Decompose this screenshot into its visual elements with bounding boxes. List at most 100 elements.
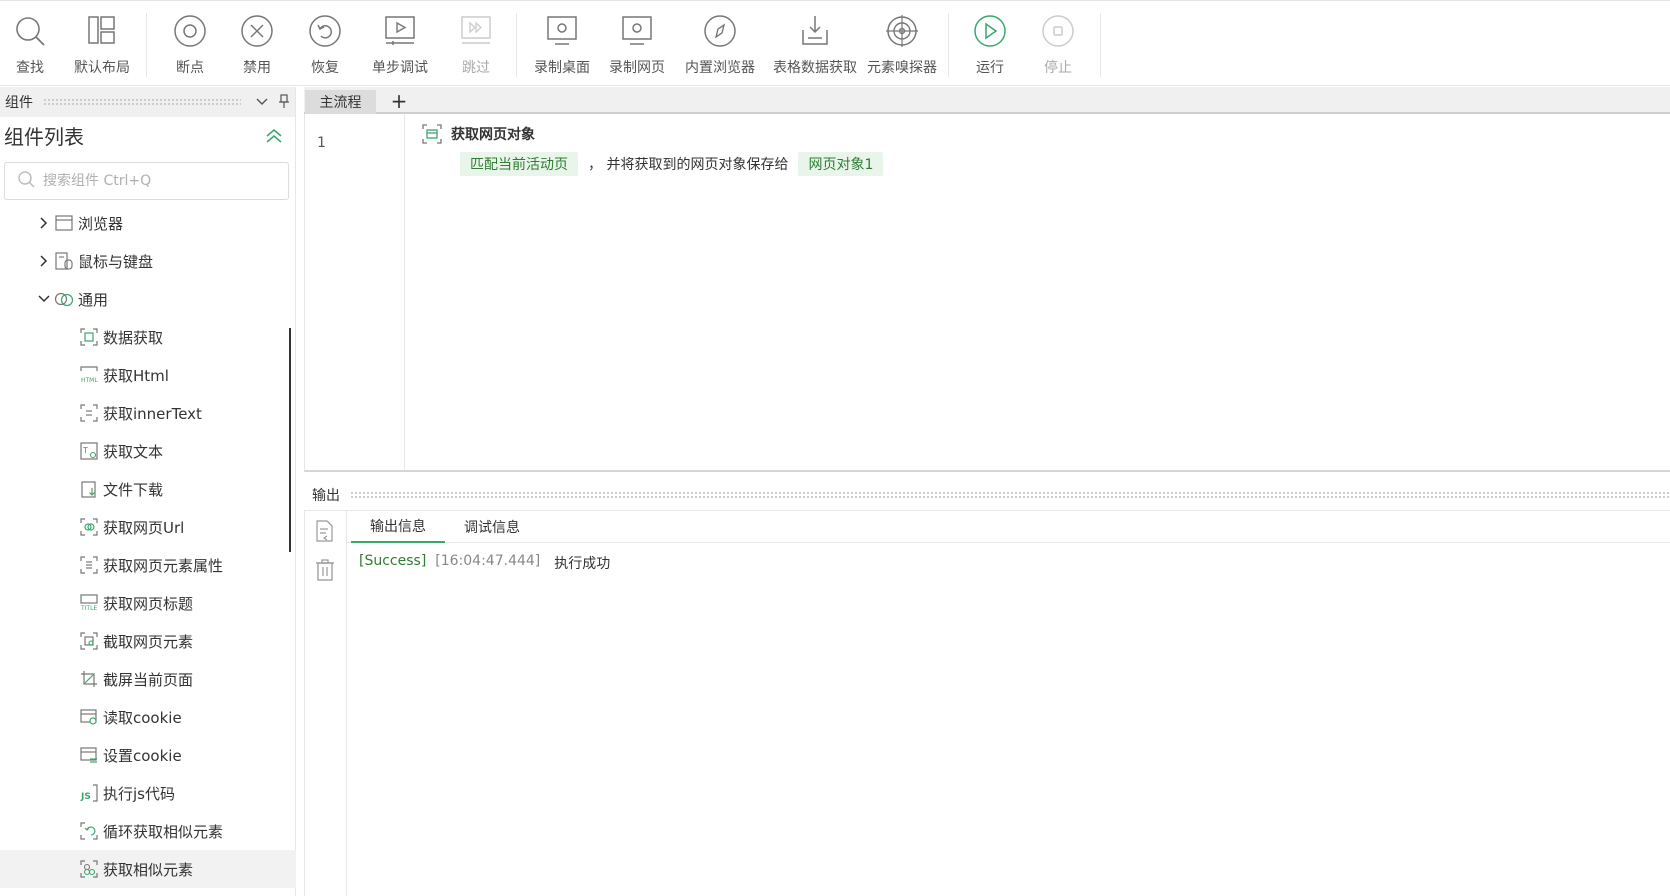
flow-step[interactable]: 获取网页对象 匹配当前活动页 ， 并将获取到的网页对象保存给 网页对象1 xyxy=(421,123,884,176)
skip-label: 跳过 xyxy=(462,60,490,76)
step-description: 匹配当前活动页 ， 并将获取到的网页对象保存给 网页对象1 xyxy=(460,152,884,176)
skip-icon xyxy=(458,13,494,49)
step-title: 获取网页对象 xyxy=(421,123,883,145)
js-icon: JS xyxy=(79,783,99,803)
step-debug-button[interactable]: 单步调试 xyxy=(368,13,432,81)
drag-grip[interactable] xyxy=(43,98,241,106)
record-desktop-icon xyxy=(544,13,580,49)
element-attr-icon xyxy=(79,555,99,575)
match-param-tag[interactable]: 匹配当前活动页 xyxy=(460,152,578,176)
element-sniffer-button[interactable]: 元素嗅探器 xyxy=(864,13,940,81)
stop-button[interactable]: 停止 xyxy=(1038,13,1078,81)
run-button[interactable]: 运行 xyxy=(970,13,1010,81)
tree-item-file-download[interactable]: 文件下载 xyxy=(0,470,296,508)
tree-item-capture-element[interactable]: 截取网页元素 xyxy=(0,622,296,660)
chevron-down-icon[interactable] xyxy=(251,95,273,109)
output-panel-header: 输出 xyxy=(304,482,1670,508)
tree-item-read-cookie[interactable]: 读取cookie xyxy=(0,698,296,736)
tree-category-browser[interactable]: 浏览器 xyxy=(0,204,296,242)
trash-icon[interactable] xyxy=(315,559,335,585)
tree-item-get-html[interactable]: HTML 获取Html xyxy=(0,356,296,394)
log-entry: [Success] [16:04:47.444] 执行成功 xyxy=(359,553,610,573)
tree-item-exec-js[interactable]: JS 执行js代码 xyxy=(0,774,296,812)
inner-text-icon xyxy=(79,403,99,423)
close-circle-icon xyxy=(239,13,275,49)
tree-item-get-url[interactable]: 获取网页Url xyxy=(0,508,296,546)
table-data-label: 表格数据获取 xyxy=(773,60,857,76)
tree-category-mouse-keyboard[interactable]: 鼠标与键盘 xyxy=(0,242,296,280)
record-web-button[interactable]: 录制网页 xyxy=(607,13,667,81)
add-tab-button[interactable]: + xyxy=(387,87,411,114)
svg-text:TITLE: TITLE xyxy=(80,605,97,612)
line-gutter: 1 xyxy=(305,114,405,470)
export-log-icon[interactable] xyxy=(315,520,335,546)
tree-item-data-fetch[interactable]: 数据获取 xyxy=(0,318,296,356)
tree-scrollbar[interactable] xyxy=(289,328,291,552)
tree-item-label: 循环获取相似元素 xyxy=(103,822,224,841)
search-icon xyxy=(17,170,35,192)
element-sniffer-label: 元素嗅探器 xyxy=(867,60,937,76)
restore-button[interactable]: 恢复 xyxy=(305,13,345,81)
tree-category-label: 浏览器 xyxy=(78,214,124,233)
toolbar-separator xyxy=(146,13,147,77)
layout-icon xyxy=(84,13,120,49)
find-button[interactable]: 查找 xyxy=(8,13,52,81)
tab-output-info[interactable]: 输出信息 xyxy=(351,511,445,543)
disable-label: 禁用 xyxy=(243,60,271,76)
flow-editor: 1 获取网页对象 匹配当前活动页 ， 并将获取到的网页对象保存给 网页对象1 xyxy=(304,114,1670,472)
pin-icon[interactable] xyxy=(273,93,295,111)
tree-item-label: 获取网页Url xyxy=(103,518,185,537)
output-toolbar xyxy=(305,511,347,896)
default-layout-button[interactable]: 默认布局 xyxy=(70,13,134,81)
title-icon: TITLE xyxy=(79,593,99,613)
breakpoint-button[interactable]: 断点 xyxy=(170,13,210,81)
target-icon xyxy=(884,13,920,49)
table-data-button[interactable]: 表格数据获取 xyxy=(770,13,860,81)
set-cookie-icon xyxy=(79,745,99,765)
default-layout-label: 默认布局 xyxy=(74,60,130,76)
flow-tab-bar: 主流程 + xyxy=(304,87,1670,114)
skip-button[interactable]: 跳过 xyxy=(456,13,496,81)
download-tray-icon xyxy=(797,13,833,49)
tree-category-label: 鼠标与键盘 xyxy=(78,252,154,271)
log-message: 执行成功 xyxy=(554,556,611,572)
svg-text:JS: JS xyxy=(80,792,91,802)
record-desktop-button[interactable]: 录制桌面 xyxy=(532,13,592,81)
component-search-input[interactable] xyxy=(43,173,263,189)
tree-item-label: 获取相似元素 xyxy=(103,860,194,879)
output-panel: 输出信息 调试信息 [Success] [16:04:47.444] 执行成功 xyxy=(304,510,1670,896)
builtin-browser-button[interactable]: 内置浏览器 xyxy=(682,13,758,81)
stop-icon xyxy=(1040,13,1076,49)
find-label: 查找 xyxy=(16,60,44,76)
html-icon: HTML xyxy=(79,365,99,385)
tree-category-general[interactable]: 通用 xyxy=(0,280,296,318)
tree-item-set-cookie[interactable]: 设置cookie xyxy=(0,736,296,774)
component-panel-header: 组件 xyxy=(0,87,295,117)
tab-main-flow[interactable]: 主流程 xyxy=(305,90,376,114)
tree-item-get-title[interactable]: TITLE 获取网页标题 xyxy=(0,584,296,622)
tree-item-get-text[interactable]: T 获取文本 xyxy=(0,432,296,470)
collapse-all-icon[interactable] xyxy=(265,125,283,149)
component-search-box[interactable] xyxy=(4,162,289,200)
chevron-right-icon[interactable] xyxy=(36,217,52,229)
file-download-icon xyxy=(79,479,99,499)
tree-item-screenshot-page[interactable]: 截屏当前页面 xyxy=(0,660,296,698)
tree-item-get-similar[interactable]: 获取相似元素 xyxy=(0,850,296,888)
component-panel-title: 组件 xyxy=(5,95,33,111)
tree-item-get-innertext[interactable]: 获取innerText xyxy=(0,394,296,432)
step-connector-text: ， 并将获取到的网页对象保存给 xyxy=(588,157,789,173)
tree-item-label: 获取文本 xyxy=(103,442,164,461)
tab-debug-info[interactable]: 调试信息 xyxy=(455,511,529,543)
screenshot-icon xyxy=(79,669,99,689)
chevron-right-icon[interactable] xyxy=(36,255,52,267)
tree-item-loop-similar[interactable]: 循环获取相似元素 xyxy=(0,812,296,850)
component-tree: 浏览器 鼠标与键盘 通用 数据获取 HTML 获取Html 获取innerTex… xyxy=(0,204,296,888)
variable-tag[interactable]: 网页对象1 xyxy=(798,152,884,176)
web-object-icon xyxy=(421,123,443,145)
svg-text:HTML: HTML xyxy=(81,377,98,384)
drag-grip[interactable] xyxy=(350,491,1670,499)
chevron-down-icon[interactable] xyxy=(36,295,52,303)
tree-item-get-element-attr[interactable]: 获取网页元素属性 xyxy=(0,546,296,584)
disable-button[interactable]: 禁用 xyxy=(237,13,277,81)
breakpoint-icon xyxy=(172,13,208,49)
